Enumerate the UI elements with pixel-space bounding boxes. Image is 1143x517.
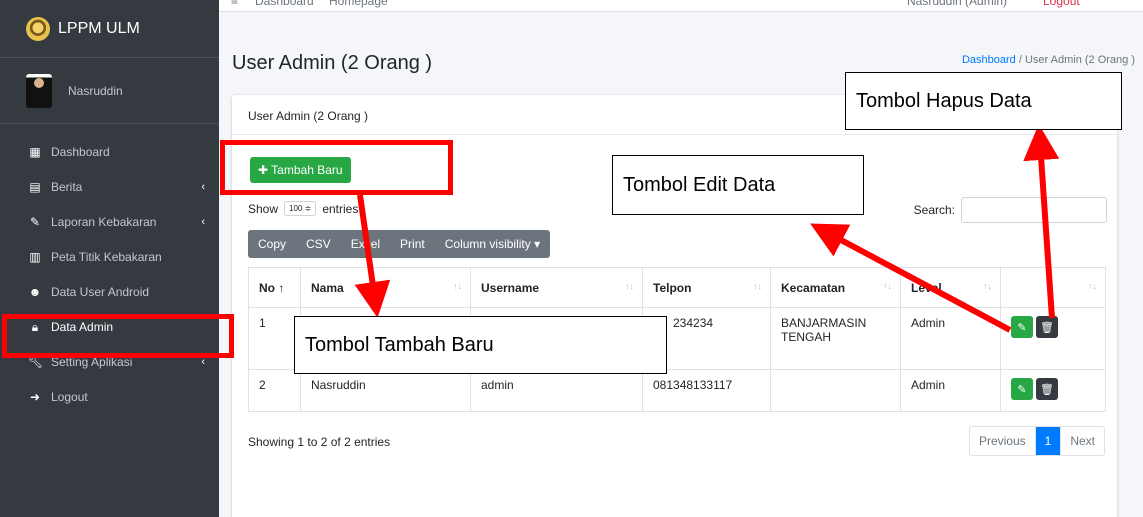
next-button[interactable]: Next <box>1060 427 1104 455</box>
sidebar-item-logout[interactable]: ➜ Logout <box>0 379 219 414</box>
page-length-control: Show 100 ≑ entries <box>248 201 358 216</box>
search-input[interactable] <box>961 197 1107 223</box>
newspaper-icon: ▤ <box>29 179 41 194</box>
brand[interactable]: LPPM ULM <box>0 0 219 58</box>
cell-nama: Nasruddin <box>300 369 471 412</box>
trash-icon: 🗑︎ <box>1040 321 1054 334</box>
breadcrumb-home[interactable]: Dashboard <box>962 54 1016 66</box>
page-title: User Admin (2 Orang ) <box>232 52 433 74</box>
annotation-highlight-data-admin <box>2 314 234 358</box>
excel-button[interactable]: Excel <box>341 230 390 258</box>
column-header-actions[interactable]: ↑↓ <box>1000 267 1106 308</box>
edit-icon: ✎ <box>1017 321 1027 334</box>
sidebar-item-label: Logout <box>51 389 88 404</box>
delete-button[interactable]: 🗑︎ <box>1036 316 1058 338</box>
column-header-nama[interactable]: Nama ↑↓ <box>300 267 471 308</box>
sidebar-item-data-user-android[interactable]: ☻ Data User Android <box>0 274 219 309</box>
cell-telpon: 081348133117 <box>642 369 771 412</box>
user-panel[interactable]: Nasruddin <box>0 58 219 124</box>
previous-button[interactable]: Previous <box>970 427 1035 455</box>
column-header-no[interactable]: No ↑ <box>248 267 301 308</box>
cell-kecamatan <box>770 369 901 412</box>
table-header-row: No ↑ Nama ↑↓ Username ↑↓ Telpon ↑↓ Kecamata… <box>248 267 1106 308</box>
cell-username: admin <box>470 369 643 412</box>
nav-link-homepage[interactable]: Homepage <box>329 0 388 8</box>
sidebar-item-label: Laporan Kebakaran <box>51 214 157 229</box>
export-button-group: Copy CSV Excel Print Column visibility ▾ <box>248 230 551 258</box>
university-logo-icon <box>26 16 50 41</box>
top-navbar: ≡ Dashboard Homepage Nasruddin (Admin) L… <box>219 0 1143 12</box>
user-name: Nasruddin <box>68 83 123 98</box>
column-header-kecamatan[interactable]: Kecamatan ↑↓ <box>770 267 901 308</box>
annotation-label-edit: Tombol Edit Data <box>612 155 864 215</box>
cell-no: 2 <box>248 369 301 412</box>
search-label: Search: <box>913 203 955 217</box>
cell-no: 1 <box>248 307 301 370</box>
sidebar: LPPM ULM Nasruddin ▦ Dashboard ▤ Berita … <box>0 0 219 517</box>
sidebar-item-label: Berita <box>51 179 83 194</box>
edit-button[interactable]: ✎ <box>1011 316 1033 338</box>
brand-title: LPPM ULM <box>58 19 140 37</box>
sidebar-item-label: Peta Titik Kebakaran <box>51 249 162 264</box>
delete-button[interactable]: 🗑︎ <box>1036 378 1058 400</box>
column-visibility-button[interactable]: Column visibility ▾ <box>435 230 550 258</box>
grid-icon: ▦ <box>29 144 41 159</box>
breadcrumb-current: User Admin (2 Orang ) <box>1024 54 1135 66</box>
copy-button[interactable]: Copy <box>248 230 296 258</box>
sidebar-item-label: Dashboard <box>51 144 110 159</box>
annotation-highlight-add-button <box>220 140 453 195</box>
page-length-select[interactable]: 100 ≑ <box>284 201 317 216</box>
annotation-label-tambah: Tombol Tambah Baru <box>294 316 667 374</box>
cell-actions: ✎ 🗑︎ <box>1000 369 1106 412</box>
column-header-username[interactable]: Username ↑↓ <box>470 267 643 308</box>
show-label: Show <box>248 201 279 216</box>
sidebar-item-berita[interactable]: ▤ Berita ‹ <box>0 169 219 204</box>
pagination: Previous 1 Next <box>968 426 1105 456</box>
map-icon: ▥ <box>29 249 41 264</box>
cell-level: Admin <box>900 307 1001 370</box>
breadcrumb-separator: / <box>1018 54 1022 66</box>
sidebar-item-peta-titik-kebakaran[interactable]: ▥ Peta Titik Kebakaran <box>0 239 219 274</box>
print-button[interactable]: Print <box>390 230 435 258</box>
breadcrumb: Dashboard / User Admin (2 Orang ) <box>962 54 1135 66</box>
entries-label: entries <box>322 201 359 216</box>
cell-actions: ✎ 🗑︎ <box>1000 307 1106 370</box>
chevron-left-icon: ‹ <box>201 180 205 193</box>
page-1-button[interactable]: 1 <box>1034 427 1061 455</box>
column-header-level[interactable]: Level ↑↓ <box>900 267 1001 308</box>
logout-link[interactable]: Logout <box>1043 0 1080 8</box>
csv-button[interactable]: CSV <box>296 230 341 258</box>
column-header-telpon[interactable]: Telpon ↑↓ <box>642 267 771 308</box>
table-row: 2 Nasruddin admin 081348133117 Admin ✎ 🗑… <box>248 369 1106 412</box>
logout-icon: ➜ <box>29 389 41 404</box>
annotation-label-hapus: Tombol Hapus Data <box>845 72 1122 130</box>
edit-icon: ✎ <box>29 214 41 229</box>
user-menu[interactable]: Nasruddin (Admin) <box>907 0 1007 8</box>
sidebar-item-laporan-kebakaran[interactable]: ✎ Laporan Kebakaran ‹ <box>0 204 219 239</box>
edit-button[interactable]: ✎ <box>1011 378 1033 400</box>
sidebar-item-dashboard[interactable]: ▦ Dashboard <box>0 134 219 169</box>
users-icon: ☻ <box>28 284 42 299</box>
menu-toggle-icon[interactable]: ≡ <box>231 0 238 8</box>
sidebar-nav: ▦ Dashboard ▤ Berita ‹ ✎ Laporan Kebakar… <box>0 124 219 414</box>
chevron-left-icon: ‹ <box>201 215 205 228</box>
edit-icon: ✎ <box>1017 383 1027 396</box>
avatar <box>26 73 52 108</box>
nav-link-dashboard[interactable]: Dashboard <box>255 0 314 8</box>
cell-level: Admin <box>900 369 1001 412</box>
cell-kecamatan: BANJARMASIN TENGAH <box>770 307 901 370</box>
trash-icon: 🗑︎ <box>1040 383 1054 396</box>
sidebar-item-label: Data User Android <box>51 284 150 299</box>
table-info: Showing 1 to 2 of 2 entries <box>248 435 391 449</box>
search-control: Search: <box>914 197 1107 223</box>
